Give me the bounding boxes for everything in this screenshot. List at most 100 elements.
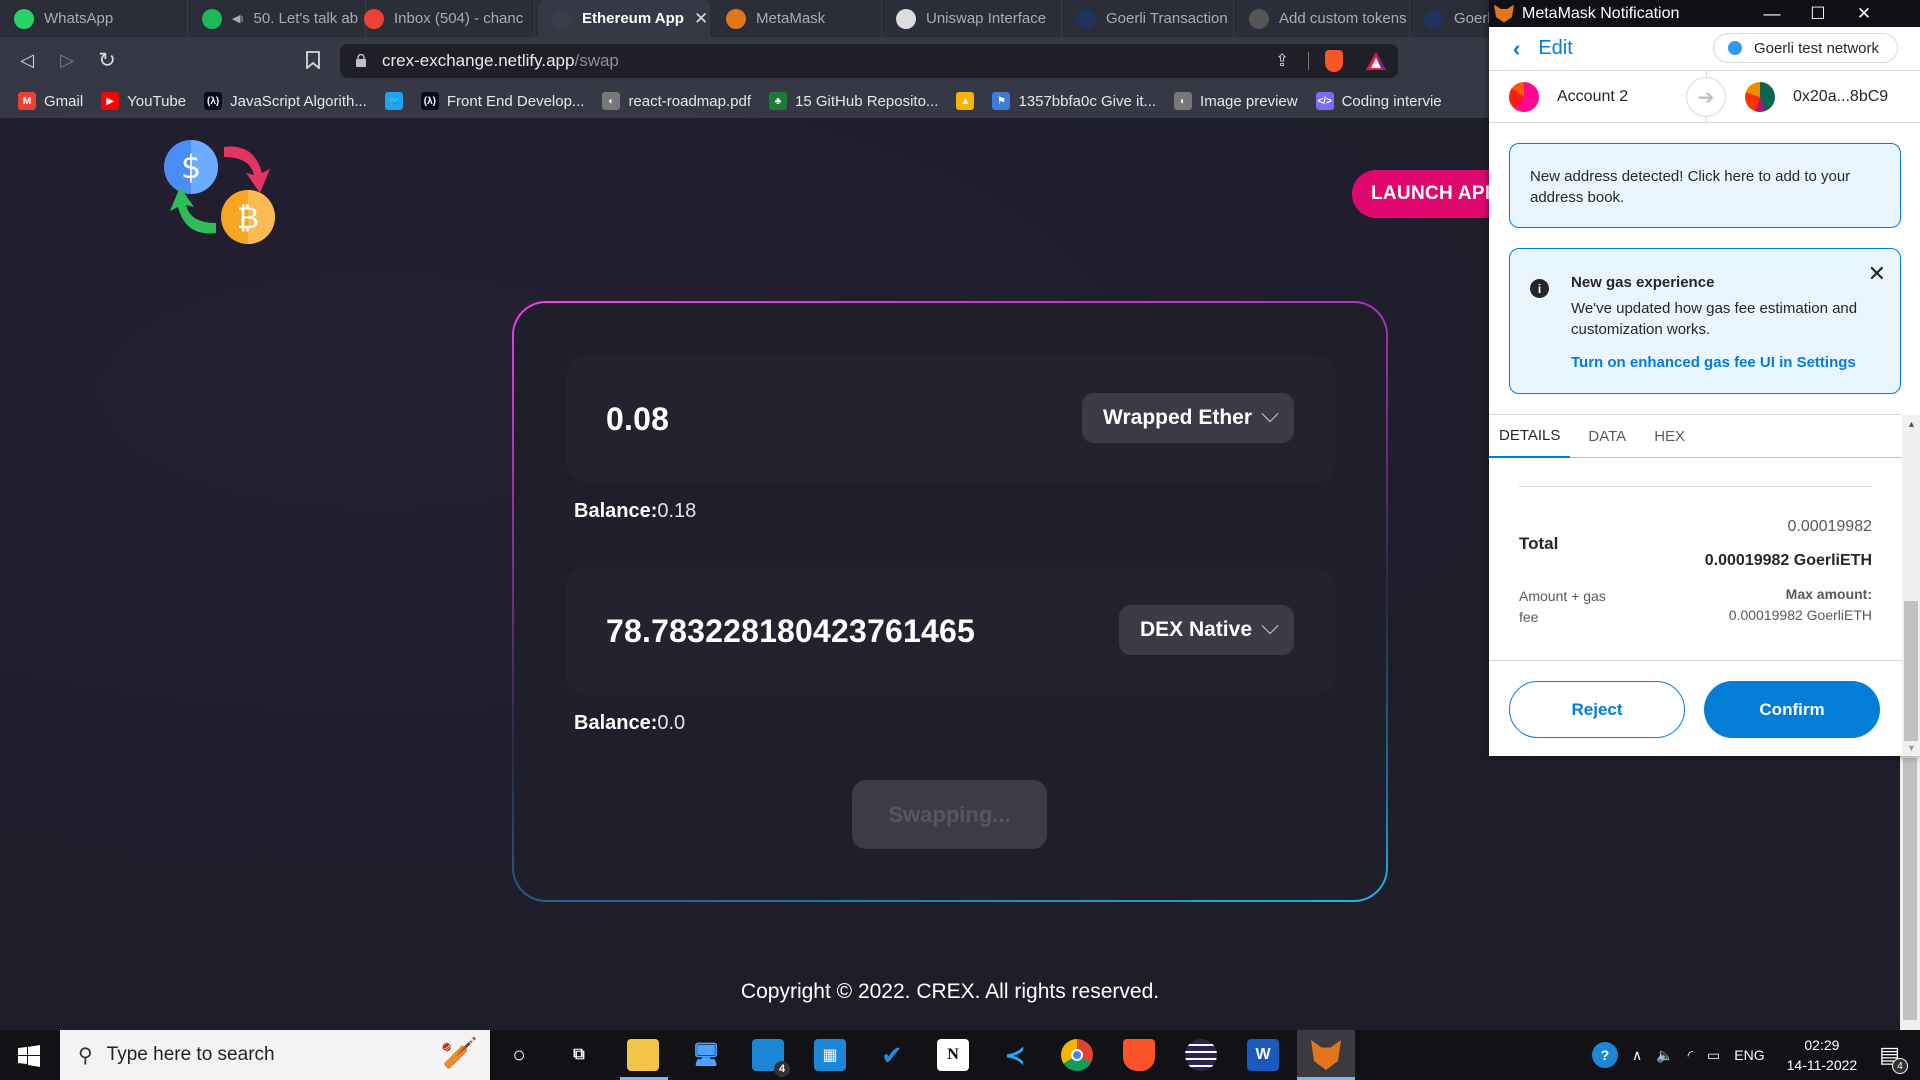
browser-tab[interactable]: Add custom tokens <box>1235 0 1410 37</box>
bookmark-item[interactable]: (λ) JavaScript Algorith... <box>204 92 367 110</box>
tab-label: 50. Let's talk ab <box>253 10 359 27</box>
minimize-icon[interactable]: — <box>1749 0 1795 27</box>
bookmark-icon[interactable] <box>300 47 326 73</box>
browser-tab[interactable]: ◀ı 50. Let's talk ab <box>188 0 366 37</box>
to-token-select[interactable]: DEX Native <box>1118 605 1294 655</box>
from-amount-input[interactable]: 0.08 <box>606 355 669 483</box>
bookmark-item[interactable]: </> Coding intervie <box>1315 92 1442 110</box>
gmail-icon <box>364 8 384 29</box>
close-tab-icon[interactable]: ✕ <box>694 9 708 29</box>
to-amount-output[interactable]: 78.783228180423761465 <box>606 567 975 695</box>
max-amount-label: Max amount: <box>1785 586 1872 602</box>
whatsapp-icon <box>14 8 34 29</box>
url-path: /swap <box>574 51 619 70</box>
details-panel: Total 0.00019982 0.00019982 GoerliETH Am… <box>1489 458 1902 660</box>
metamask-taskbar-button[interactable] <box>1297 1030 1355 1080</box>
reload-icon[interactable]: ↻ <box>94 47 120 73</box>
clock[interactable]: 02:29 14-11-2022 <box>1787 1035 1858 1075</box>
total-label: Total <box>1519 534 1559 553</box>
notifications-icon[interactable]: ▤ 4 <box>1879 1042 1908 1074</box>
task-view-icon[interactable]: ⧉ <box>563 1039 595 1071</box>
bookmark-item[interactable]: (λ) Front End Develop... <box>420 92 584 110</box>
chrome-icon[interactable] <box>1061 1039 1093 1071</box>
confirm-button[interactable]: Confirm <box>1704 681 1880 738</box>
notion-icon[interactable]: N <box>937 1039 969 1071</box>
tab-details[interactable]: DETAILS <box>1489 415 1571 458</box>
cortana-icon[interactable]: ○ <box>503 1039 535 1071</box>
brave-rewards-icon[interactable] <box>1365 51 1387 76</box>
scroll-down-icon[interactable]: ▼ <box>1907 743 1916 753</box>
volume-icon[interactable]: 🔈 <box>1656 1047 1673 1064</box>
browser-tab[interactable]: Inbox (504) - chanc <box>350 0 535 37</box>
browser-tab[interactable]: Uniswap Interface <box>882 0 1062 37</box>
mm-scrollbar[interactable]: ▲ ▼ <box>1902 415 1920 756</box>
chevron-up-icon[interactable]: ∧ <box>1632 1047 1642 1064</box>
edit-label: Edit <box>1538 37 1573 59</box>
brave-shields-icon[interactable] <box>1325 50 1343 72</box>
bookmark-item[interactable]: 🐦 <box>384 92 403 110</box>
browser-tab[interactable]: Ethereum App ✕ <box>538 0 710 37</box>
tree-icon: ♣ <box>769 92 788 110</box>
windows-start-icon[interactable] <box>18 1045 40 1067</box>
tab-label: MetaMask <box>756 10 826 27</box>
forward-icon[interactable]: ▷ <box>54 47 80 73</box>
close-window-icon[interactable]: ✕ <box>1841 0 1887 27</box>
wifi-icon[interactable]: ◜ <box>1688 1047 1693 1064</box>
bookmark-item[interactable]: ♣ 15 GitHub Reposito... <box>769 92 938 110</box>
network-dot-icon <box>1727 41 1742 55</box>
calendar-icon[interactable]: ▦ <box>814 1039 846 1071</box>
gas-alert-description: We've updated how gas fee estimation and… <box>1571 300 1858 338</box>
scroll-up-icon[interactable]: ▲ <box>1907 419 1916 429</box>
swap-button[interactable]: Swapping... <box>852 780 1047 849</box>
network-name: Goerli test network <box>1753 39 1879 57</box>
battery-icon[interactable]: ▭ <box>1707 1047 1720 1064</box>
close-icon[interactable]: ✕ <box>1868 261 1886 287</box>
tab-data[interactable]: DATA <box>1578 415 1636 458</box>
recipient-address[interactable]: 0x20a...8bC9 <box>1745 81 1888 112</box>
file-explorer-icon[interactable] <box>627 1039 659 1071</box>
bookmark-item[interactable]: ⚑ 1357bbfa0c Give it... <box>992 92 1156 110</box>
language-indicator[interactable]: ENG <box>1734 1047 1764 1063</box>
taskbar-search[interactable]: ⚲ Type here to search 🏏 <box>60 1030 490 1080</box>
bookmark-item[interactable]: ▶ YouTube <box>101 92 186 110</box>
vscode-icon[interactable]: ≺ <box>999 1039 1031 1071</box>
reject-button[interactable]: Reject <box>1509 681 1685 738</box>
edit-button[interactable]: ‹ Edit <box>1513 36 1573 62</box>
back-icon[interactable]: ◁ <box>14 47 40 73</box>
from-token-label: Wrapped Ether <box>1103 406 1252 429</box>
this-pc-icon[interactable]: 🖥 <box>690 1039 722 1071</box>
eclipse-icon[interactable] <box>1185 1039 1217 1071</box>
bookmark-item[interactable]: M Gmail <box>18 92 83 110</box>
word-icon[interactable]: W <box>1247 1039 1279 1071</box>
help-icon[interactable]: ? <box>1591 1042 1618 1068</box>
new-address-alert[interactable]: New address detected! Click here to add … <box>1509 143 1901 228</box>
from-token-select[interactable]: Wrapped Ether <box>1082 393 1294 443</box>
crex-logo[interactable]: $ ₿ <box>162 135 278 245</box>
sender-account[interactable]: Account 2 <box>1509 81 1628 112</box>
cricket-doodle-icon: 🏏 <box>440 1037 478 1070</box>
bookmark-item[interactable]: ◐ Image preview <box>1174 92 1298 110</box>
scrollbar-thumb[interactable] <box>1903 758 1917 1020</box>
todo-icon[interactable]: ✔ <box>876 1039 908 1071</box>
to-token-box: 78.783228180423761465 DEX Native <box>566 567 1336 695</box>
tab-label: WhatsApp <box>44 10 114 27</box>
browser-tab[interactable]: Goerli Transaction H <box>1062 0 1234 37</box>
address-bar[interactable]: crex-exchange.netlify.app/swap ⇪ <box>340 44 1398 78</box>
audio-playing-icon[interactable]: ◀ı <box>232 12 244 25</box>
browser-tab[interactable]: Goerli <box>1410 0 1490 37</box>
mail-icon[interactable]: 4 <box>752 1039 790 1077</box>
lock-icon <box>356 53 366 67</box>
bookmark-item[interactable]: ▲ <box>956 92 975 110</box>
tab-hex[interactable]: HEX <box>1644 415 1695 458</box>
bookmark-item[interactable]: ◐ react-roadmap.pdf <box>602 92 751 110</box>
scrollbar-thumb[interactable] <box>1904 601 1918 741</box>
globe-icon: ◐ <box>602 92 621 110</box>
launch-app-button[interactable]: LAUNCH APP <box>1352 170 1512 218</box>
browser-tab[interactable]: WhatsApp <box>0 0 188 37</box>
share-icon[interactable]: ⇪ <box>1275 51 1289 71</box>
gas-settings-link[interactable]: Turn on enhanced gas fee UI in Settings <box>1571 354 1856 371</box>
brave-icon[interactable] <box>1123 1039 1155 1071</box>
maximize-icon[interactable]: ☐ <box>1795 0 1841 27</box>
browser-tab[interactable]: MetaMask <box>712 0 882 37</box>
network-selector[interactable]: Goerli test network <box>1712 33 1898 63</box>
